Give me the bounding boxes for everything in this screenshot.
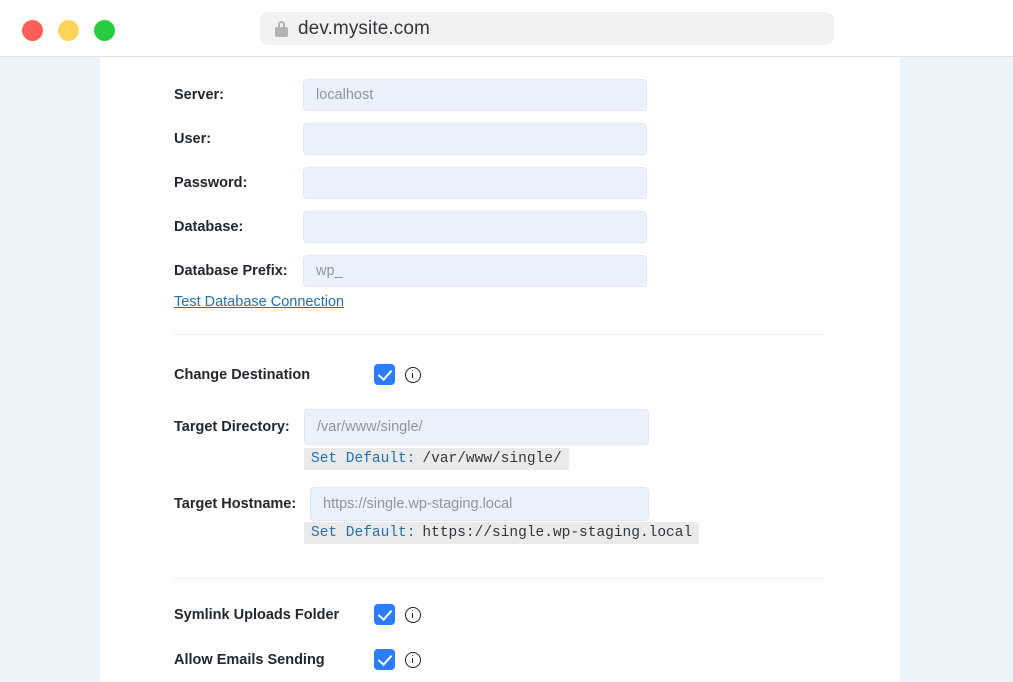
symlink-uploads-folder-checkbox[interactable] [374, 604, 395, 625]
field-row-database: Database: [174, 205, 647, 249]
field-row-target-directory: Target Directory: [174, 405, 649, 449]
label-database-prefix: Database Prefix: [174, 263, 288, 279]
label-allow-emails-sending: Allow Emails Sending [174, 651, 325, 668]
label-database: Database: [174, 219, 244, 235]
maximize-button[interactable] [94, 20, 115, 41]
label-server: Server: [174, 87, 224, 103]
minimize-button[interactable] [58, 20, 79, 41]
browser-chrome: dev.mysite.com [0, 0, 1013, 57]
set-default-hostname-link[interactable]: Set Default: [311, 525, 415, 541]
allow-emails-sending-info-icon[interactable] [405, 651, 421, 668]
window-controls [22, 20, 115, 41]
address-bar[interactable]: dev.mysite.com [260, 12, 834, 45]
label-password: Password: [174, 175, 248, 191]
database-input[interactable] [303, 211, 647, 243]
database-prefix-input[interactable] [303, 255, 647, 287]
target-directory-input[interactable] [304, 409, 649, 445]
target-hostname-input[interactable] [310, 487, 649, 521]
allow-emails-sending-checkbox[interactable] [374, 649, 395, 670]
set-default-directory-value: /var/www/single/ [422, 451, 562, 467]
field-row-database-prefix: Database Prefix: [174, 249, 647, 293]
address-bar-url: dev.mysite.com [298, 17, 430, 39]
field-row-password: Password: [174, 161, 647, 205]
divider-top [174, 334, 824, 335]
label-target-directory: Target Directory: [174, 419, 290, 435]
symlink-uploads-folder-info-icon[interactable] [405, 606, 421, 623]
password-input[interactable] [303, 167, 647, 199]
label-user: User: [174, 131, 212, 147]
label-change-destination: Change Destination [174, 366, 311, 383]
test-database-connection-link[interactable]: Test Database Connection [174, 294, 344, 310]
label-target-hostname: Target Hostname: [174, 496, 297, 512]
lock-icon [275, 20, 288, 37]
field-row-target-hostname: Target Hostname: [174, 482, 649, 526]
set-default-hostname-value: https://single.wp-staging.local [422, 525, 693, 541]
app-root: dev.mysite.com Server: User: Password: [0, 0, 1013, 682]
change-destination-info-icon[interactable] [405, 366, 421, 383]
target-directory-set-default: Set Default: /var/www/single/ [304, 448, 569, 470]
divider-bottom [174, 578, 824, 579]
user-input[interactable] [303, 123, 647, 155]
target-hostname-set-default: Set Default: https://single.wp-staging.l… [304, 522, 700, 544]
field-row-user: User: [174, 117, 647, 161]
set-default-directory-link[interactable]: Set Default: [311, 451, 415, 467]
label-symlink-uploads-folder: Symlink Uploads Folder [174, 606, 340, 623]
row-change-destination: Change Destination [174, 364, 421, 385]
settings-content-card: Server: User: Password: Database: Databa… [100, 57, 900, 682]
server-input[interactable] [303, 79, 647, 111]
field-row-server: Server: [174, 73, 647, 117]
close-button[interactable] [22, 20, 43, 41]
row-allow-emails-sending: Allow Emails Sending [174, 649, 421, 670]
test-database-connection-row: Test Database Connection [174, 293, 344, 311]
change-destination-checkbox[interactable] [374, 364, 395, 385]
row-symlink-uploads-folder: Symlink Uploads Folder [174, 604, 421, 625]
